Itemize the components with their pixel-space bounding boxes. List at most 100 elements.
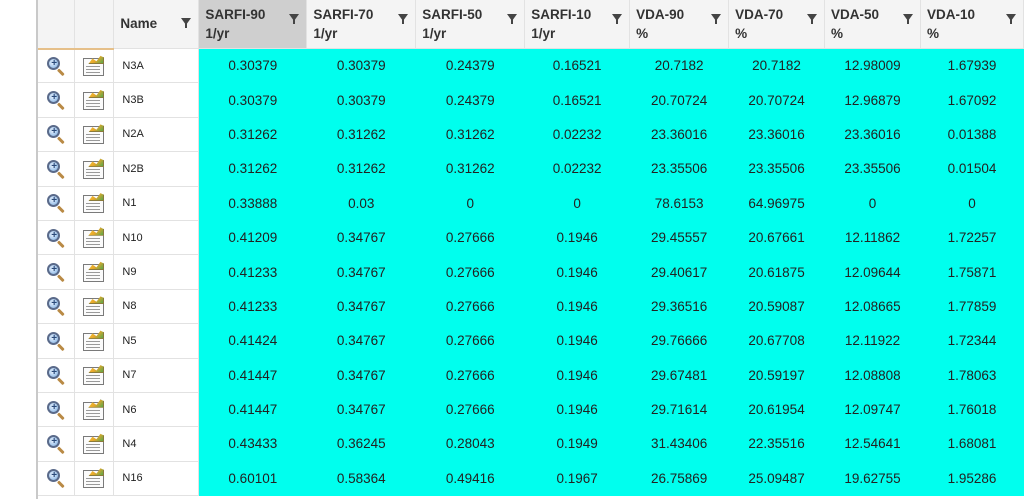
value-cell-vda-10[interactable]: 1.72344 [920, 323, 1024, 359]
value-cell-sarfi-10[interactable]: 0.16521 [524, 82, 631, 118]
filter-funnel-icon[interactable] [807, 14, 818, 24]
report-chart-icon[interactable] [82, 295, 106, 317]
value-cell-vda-70[interactable]: 64.96975 [728, 186, 826, 221]
value-cell-sarfi-10[interactable]: 0.1949 [524, 426, 631, 462]
value-cell-vda-10[interactable]: 1.68081 [920, 426, 1024, 462]
zoom-cell[interactable]: + [38, 48, 76, 84]
zoom-cell[interactable]: + [38, 323, 76, 359]
value-cell-sarfi-90[interactable]: 0.41447 [198, 358, 308, 393]
report-cell[interactable] [74, 323, 115, 359]
value-cell-sarfi-50[interactable]: 0.27666 [415, 254, 526, 290]
value-cell-sarfi-90[interactable]: 0.41233 [198, 289, 308, 325]
report-cell[interactable] [74, 117, 115, 153]
table-row[interactable]: + N16 0.60101 0.58364 0.49416 0.1967 26.7586… [38, 461, 1024, 497]
filter-funnel-icon[interactable] [1006, 14, 1016, 24]
column-header-name[interactable]: Name [113, 0, 200, 49]
value-cell-sarfi-10[interactable]: 0.02232 [524, 151, 631, 187]
magnifier-zoom-icon[interactable]: + [46, 159, 66, 180]
table-row[interactable]: + N8 0.41233 0.34767 0.27666 0.1946 29.36516… [38, 289, 1024, 325]
report-chart-icon[interactable] [82, 192, 106, 214]
report-chart-icon[interactable] [82, 227, 106, 249]
value-cell-sarfi-90[interactable]: 0.33888 [198, 186, 308, 221]
value-cell-vda-70[interactable]: 20.67661 [728, 220, 826, 256]
value-cell-vda-90[interactable]: 29.40617 [629, 254, 730, 290]
value-cell-vda-70[interactable]: 20.59197 [728, 358, 826, 393]
magnifier-zoom-icon[interactable]: + [46, 124, 66, 145]
column-header-vda-90[interactable]: VDA-90 % [629, 0, 730, 49]
value-cell-vda-50[interactable]: 19.62755 [824, 461, 921, 497]
report-chart-icon[interactable] [82, 123, 106, 145]
value-cell-vda-70[interactable]: 20.67708 [728, 323, 826, 359]
value-cell-vda-50[interactable]: 12.54641 [824, 426, 921, 462]
value-cell-sarfi-90[interactable]: 0.41233 [198, 254, 308, 290]
value-cell-vda-70[interactable]: 23.36016 [728, 117, 826, 153]
value-cell-sarfi-50[interactable]: 0.27666 [415, 392, 526, 428]
report-cell[interactable] [74, 461, 115, 497]
value-cell-sarfi-70[interactable]: 0.30379 [306, 48, 417, 84]
value-cell-sarfi-90[interactable]: 0.30379 [198, 82, 308, 118]
value-cell-sarfi-10[interactable]: 0 [524, 186, 631, 221]
report-cell[interactable] [74, 48, 115, 84]
zoom-cell[interactable]: + [38, 254, 76, 290]
value-cell-vda-70[interactable]: 23.35506 [728, 151, 826, 187]
report-chart-icon[interactable] [82, 399, 106, 421]
zoom-cell[interactable]: + [38, 358, 76, 393]
report-chart-icon[interactable] [82, 55, 106, 77]
table-row[interactable]: + N7 0.41447 0.34767 0.27666 0.1946 29.67481… [38, 358, 1024, 393]
value-cell-vda-70[interactable]: 25.09487 [728, 461, 826, 497]
value-cell-sarfi-10[interactable]: 0.02232 [524, 117, 631, 153]
value-cell-sarfi-50[interactable]: 0.31262 [415, 151, 526, 187]
column-header-vda-10[interactable]: VDA-10 % [920, 0, 1024, 49]
value-cell-vda-90[interactable]: 29.76666 [629, 323, 730, 359]
value-cell-vda-10[interactable]: 1.77859 [920, 289, 1024, 325]
column-header-sarfi-10[interactable]: SARFI-10 1/yr [524, 0, 631, 49]
value-cell-vda-70[interactable]: 20.7182 [728, 48, 826, 84]
magnifier-zoom-icon[interactable]: + [46, 365, 66, 386]
value-cell-vda-90[interactable]: 26.75869 [629, 461, 730, 497]
magnifier-zoom-icon[interactable]: + [46, 262, 66, 283]
value-cell-vda-10[interactable]: 0 [920, 186, 1024, 221]
value-cell-vda-90[interactable]: 20.70724 [629, 82, 730, 118]
magnifier-zoom-icon[interactable]: + [46, 400, 66, 420]
report-chart-icon[interactable] [82, 261, 106, 283]
report-cell[interactable] [74, 289, 115, 325]
value-cell-vda-10[interactable]: 0.01504 [920, 151, 1024, 187]
value-cell-sarfi-70[interactable]: 0.30379 [306, 82, 417, 118]
value-cell-sarfi-50[interactable]: 0.28043 [415, 426, 526, 462]
value-cell-sarfi-70[interactable]: 0.58364 [306, 461, 417, 497]
value-cell-vda-10[interactable]: 0.01388 [920, 117, 1024, 153]
value-cell-vda-10[interactable]: 1.67939 [920, 48, 1024, 84]
value-cell-vda-10[interactable]: 1.72257 [920, 220, 1024, 256]
report-cell[interactable] [74, 220, 115, 256]
zoom-cell[interactable]: + [38, 426, 76, 462]
magnifier-zoom-icon[interactable]: + [46, 296, 66, 317]
value-cell-vda-90[interactable]: 29.36516 [629, 289, 730, 325]
value-cell-sarfi-10[interactable]: 0.1946 [524, 220, 631, 256]
column-header-sarfi-50[interactable]: SARFI-50 1/yr [415, 0, 526, 49]
value-cell-sarfi-90[interactable]: 0.31262 [198, 151, 308, 187]
value-cell-vda-90[interactable]: 78.6153 [629, 186, 730, 221]
magnifier-zoom-icon[interactable]: + [46, 434, 66, 455]
report-cell[interactable] [74, 392, 115, 428]
value-cell-sarfi-50[interactable]: 0.27666 [415, 220, 526, 256]
value-cell-vda-90[interactable]: 23.36016 [629, 117, 730, 153]
value-cell-sarfi-90[interactable]: 0.41447 [198, 392, 308, 428]
value-cell-sarfi-50[interactable]: 0.27666 [415, 323, 526, 359]
value-cell-vda-70[interactable]: 20.59087 [728, 289, 826, 325]
table-row[interactable]: + N6 0.41447 0.34767 0.27666 0.1946 29.71614… [38, 392, 1024, 428]
value-cell-vda-70[interactable]: 20.61875 [728, 254, 826, 290]
magnifier-zoom-icon[interactable]: + [46, 331, 66, 352]
value-cell-sarfi-90[interactable]: 0.43433 [198, 426, 308, 462]
zoom-cell[interactable]: + [38, 461, 76, 497]
value-cell-vda-10[interactable]: 1.76018 [920, 392, 1024, 428]
value-cell-vda-90[interactable]: 31.43406 [629, 426, 730, 462]
value-cell-vda-50[interactable]: 12.08665 [824, 289, 921, 325]
value-cell-sarfi-70[interactable]: 0.34767 [306, 289, 417, 325]
value-cell-vda-50[interactable]: 12.11862 [824, 220, 921, 256]
table-row[interactable]: + N9 0.41233 0.34767 0.27666 0.1946 29.40617… [38, 254, 1024, 290]
filter-funnel-icon[interactable] [711, 14, 722, 24]
value-cell-vda-90[interactable]: 29.45557 [629, 220, 730, 256]
value-cell-sarfi-70[interactable]: 0.34767 [306, 254, 417, 290]
column-header-vda-70[interactable]: VDA-70 % [728, 0, 826, 49]
filter-funnel-icon[interactable] [181, 18, 192, 28]
